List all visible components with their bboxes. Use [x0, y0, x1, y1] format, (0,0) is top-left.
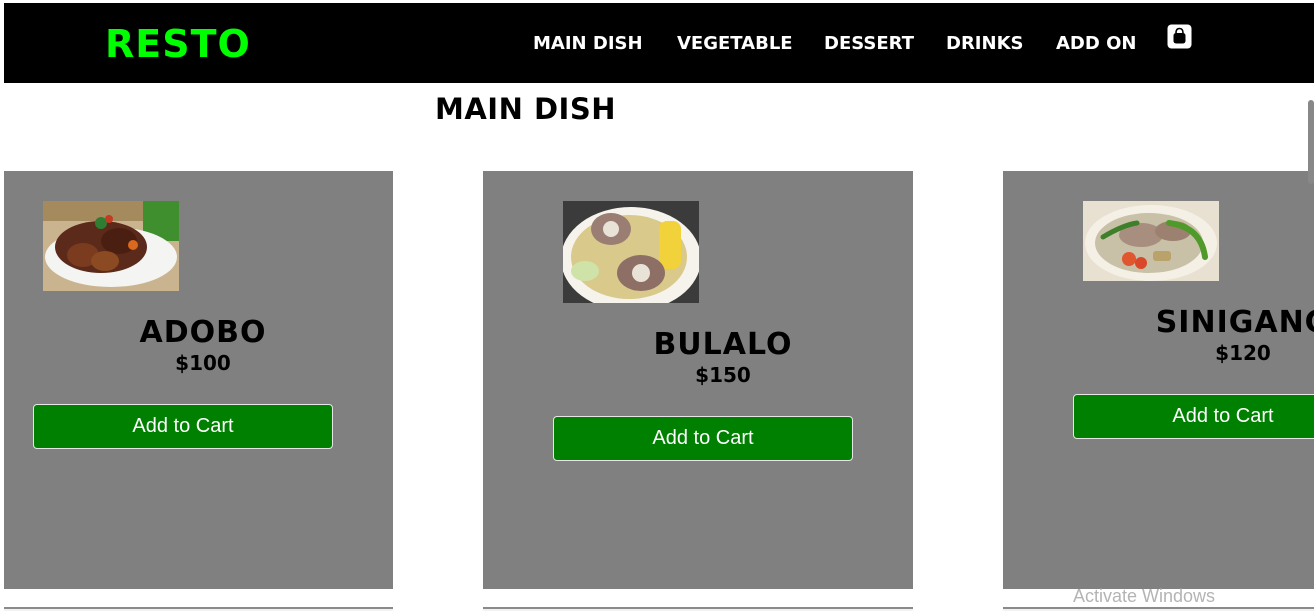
- vertical-scrollbar[interactable]: [1308, 100, 1314, 184]
- bulalo-soup-photo: [563, 201, 699, 303]
- product-price: $150: [695, 363, 751, 387]
- card-divider: [483, 607, 913, 611]
- nav-add-on[interactable]: ADD ON: [1056, 33, 1136, 55]
- add-to-cart-button[interactable]: Add to Cart: [33, 404, 333, 449]
- nav-drinks[interactable]: DRINKS: [946, 33, 1023, 55]
- product-card-sinigang: SINIGANG $120 Add to Cart: [1003, 171, 1314, 589]
- add-to-cart-button[interactable]: Add to Cart: [553, 416, 853, 461]
- product-card-adobo: ADOBO $100 Add to Cart: [4, 171, 393, 589]
- product-name: SINIGANG: [1155, 305, 1314, 340]
- brand-logo[interactable]: RESTO: [105, 22, 251, 66]
- product-name: ADOBO: [139, 315, 267, 350]
- sinigang-soup-photo: [1083, 201, 1219, 281]
- nav-main-dish[interactable]: MAIN DISH: [533, 33, 643, 55]
- activate-windows-watermark: Activate Windows: [1073, 586, 1216, 606]
- navbar: RESTO MAIN DISH VEGETABLE DESSERT DRINKS…: [4, 3, 1314, 83]
- page: RESTO MAIN DISH VEGETABLE DESSERT DRINKS…: [0, 0, 1314, 611]
- product-card-bulalo: BULALO $150 Add to Cart: [483, 171, 913, 589]
- adobo-dish-photo: [43, 201, 179, 291]
- nav-dessert[interactable]: DESSERT: [824, 33, 914, 55]
- card-divider: [1003, 607, 1314, 611]
- section-title: MAIN DISH: [435, 92, 616, 126]
- card-divider: [4, 607, 393, 611]
- nav-vegetable[interactable]: VEGETABLE: [677, 33, 793, 55]
- product-name: BULALO: [653, 327, 793, 362]
- add-to-cart-button[interactable]: Add to Cart: [1073, 394, 1314, 439]
- product-price: $120: [1215, 341, 1271, 365]
- product-price: $100: [175, 351, 231, 375]
- shopping-bag-icon[interactable]: [1167, 24, 1192, 49]
